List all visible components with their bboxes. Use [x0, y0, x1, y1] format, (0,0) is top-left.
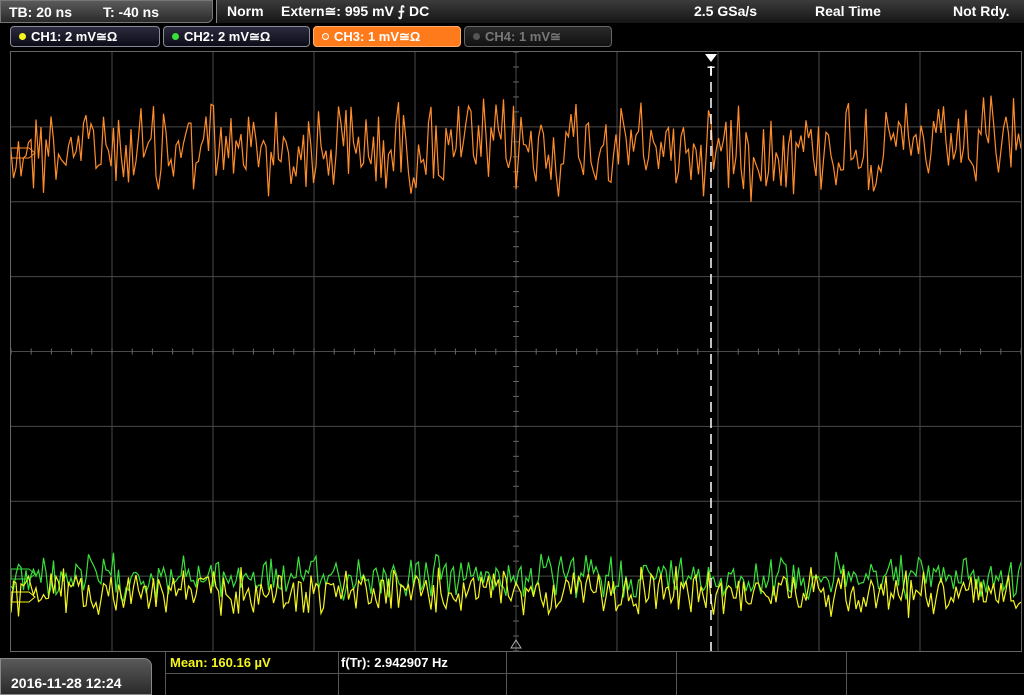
status-bar: Norm Extern≅: 995 mV ⨍ DC 2.5 GSa/s Real…	[216, 0, 1024, 23]
channel-tabs: CH1: 2 mV≅Ω CH2: 2 mV≅Ω CH3: 1 mV≅Ω CH4:…	[0, 26, 1024, 48]
trigger-source[interactable]: Extern≅: 995 mV ⨍ DC	[281, 3, 429, 20]
measurement-panel[interactable]: Mean: 160.16 µV f(Tr): 2.942907 Hz	[165, 652, 1024, 695]
channel-tab-ch1[interactable]: CH1: 2 mV≅Ω	[10, 26, 160, 47]
meas-divider	[676, 652, 677, 695]
mean-measurement: Mean: 160.16 µV	[170, 655, 271, 670]
waveform-plot: T	[10, 51, 1022, 652]
sample-rate: 2.5 GSa/s	[694, 3, 758, 19]
ch4-color-dot	[473, 33, 480, 40]
meas-divider	[338, 652, 339, 695]
bottom-bar: 2016-11-28 12:24 Mean: 160.16 µV f(Tr): …	[0, 652, 1024, 695]
ch1-color-dot	[19, 33, 26, 40]
top-bar: TB: 20 ns T: -40 ns Norm Extern≅: 995 mV…	[0, 0, 1024, 23]
frequency-measurement: f(Tr): 2.942907 Hz	[341, 655, 448, 670]
channel-tab-ch2[interactable]: CH2: 2 mV≅Ω	[163, 26, 310, 47]
meas-divider	[846, 652, 847, 695]
meas-divider	[506, 652, 507, 695]
timebase-panel[interactable]: TB: 20 ns T: -40 ns	[0, 0, 213, 23]
datetime: 2016-11-28 12:24	[11, 675, 122, 691]
acquisition-mode: Real Time	[815, 3, 881, 19]
ch1-offset-marker-icon[interactable]	[10, 591, 36, 603]
acquisition-state: Not Rdy.	[953, 3, 1010, 19]
waveform-display[interactable]: T	[10, 51, 1022, 652]
trigger-arrow-icon[interactable]	[705, 54, 717, 62]
ch2-color-dot	[172, 33, 179, 40]
trigger-time-value: T: -40 ns	[103, 4, 160, 20]
datetime-panel: 2016-11-28 12:24	[0, 658, 152, 695]
trigger-label: T	[707, 64, 715, 78]
meas-divider	[166, 673, 1024, 674]
channel-tab-ch3[interactable]: CH3: 1 mV≅Ω	[313, 26, 461, 47]
timebase-value: TB: 20 ns	[9, 4, 73, 20]
channel-tab-ch4[interactable]: CH4: 1 mV≅	[464, 26, 612, 47]
ch3-color-dot	[322, 33, 329, 40]
trigger-mode[interactable]: Norm	[227, 3, 264, 19]
